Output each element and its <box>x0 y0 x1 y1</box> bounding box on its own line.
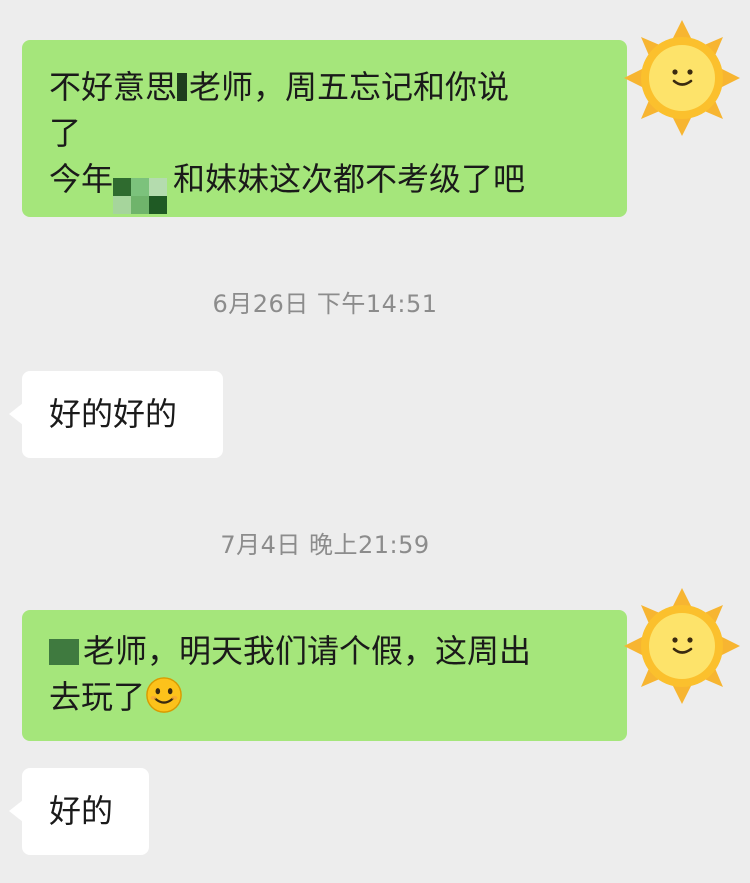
message-bubble-sent[interactable]: 老师，明天我们请个假，这周出 去玩了 <box>22 610 627 741</box>
sun-avatar-icon[interactable] <box>622 18 742 138</box>
message-text: 好的 <box>49 792 114 830</box>
message-text: 老师，明天我们请个假，这周出 <box>83 632 532 670</box>
message-bubble-received[interactable]: 好的 <box>9 768 149 855</box>
message-text: 不好意思 <box>49 68 178 106</box>
sun-avatar-icon[interactable] <box>622 586 742 706</box>
message-text: 和妹妹这次都不考级了吧 <box>173 160 526 198</box>
message-line: 了 <box>49 110 605 156</box>
message-timestamp: 6月26日 下午14:51 <box>212 290 438 318</box>
mosaic-redaction-icon <box>177 73 188 101</box>
mosaic-redaction-icon <box>113 178 168 214</box>
mosaic-redaction-icon <box>49 639 79 665</box>
message-bubble-sent[interactable]: 不好意思 老师，周五忘记和你说 了 今年 和妹妹这次都不考级了吧 <box>22 40 627 217</box>
message-text: 了 <box>49 114 82 152</box>
message-text: 今年 <box>49 160 114 198</box>
message-bubble-received[interactable]: 好的好的 <box>9 371 223 458</box>
message-text: 老师，周五忘记和你说 <box>189 68 510 106</box>
message-line: 不好意思 老师，周五忘记和你说 <box>49 64 605 110</box>
message-timestamp: 7月4日 晚上21:59 <box>220 531 430 559</box>
message-line: 今年 和妹妹这次都不考级了吧 <box>49 156 605 214</box>
message-text: 去玩了 <box>49 678 146 716</box>
smiling-face-emoji-icon <box>146 677 182 713</box>
message-text: 好的好的 <box>49 395 178 433</box>
message-line: 老师，明天我们请个假，这周出 <box>49 628 605 674</box>
message-line: 去玩了 <box>49 674 605 720</box>
chat-window[interactable]: 不好意思 老师，周五忘记和你说 了 今年 和妹妹这次都不考级了吧 6月26日 下午1… <box>0 0 750 883</box>
